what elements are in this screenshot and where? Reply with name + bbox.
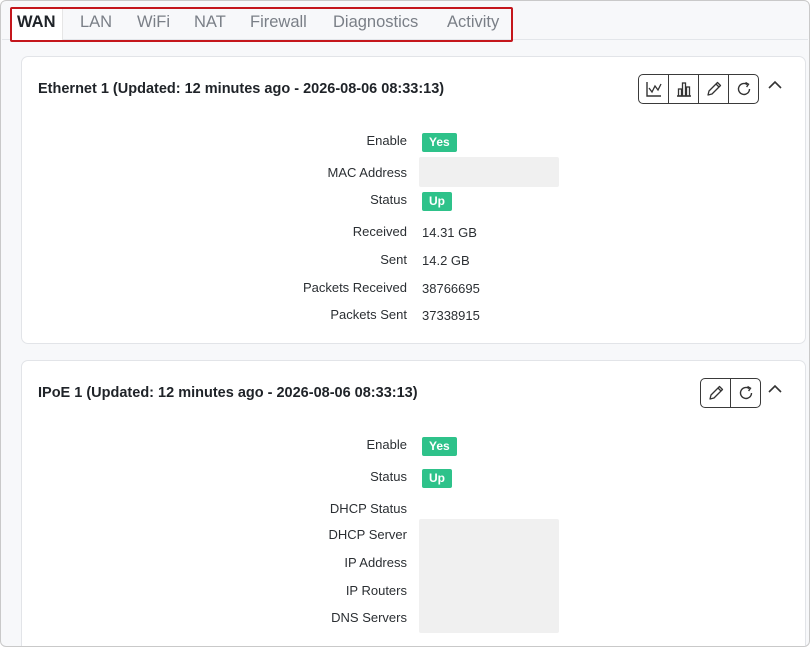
row-label: IP Address: [344, 555, 407, 570]
row-label: Packets Received: [302, 280, 407, 295]
row-dns-servers: DNS Servers: [22, 610, 807, 634]
collapse-button[interactable]: [765, 75, 785, 95]
card-toolbar: [700, 378, 761, 408]
row-label: Received: [352, 224, 407, 239]
status-badge: Up: [422, 192, 452, 211]
row-label: DHCP Status: [329, 501, 407, 516]
card-toolbar: [638, 74, 759, 104]
bar-chart-button[interactable]: [668, 74, 699, 104]
refresh-button[interactable]: [728, 74, 759, 104]
ethernet-card: Ethernet 1 (Updated: 12 minutes ago - 20…: [21, 56, 806, 344]
row-status: Status Up: [22, 192, 807, 216]
row-dhcp-status: DHCP Status: [22, 501, 807, 525]
tab-bar: WAN LAN WiFi NAT Firewall Diagnostics Ac…: [2, 2, 808, 42]
card-title: Ethernet 1 (Updated: 12 minutes ago - 20…: [38, 81, 445, 97]
row-label: Status: [370, 469, 407, 484]
row-value: 14.2 GB: [422, 253, 470, 268]
collapse-button[interactable]: [765, 379, 785, 399]
row-value: 14.31 GB: [422, 225, 477, 240]
row-label: DNS Servers: [331, 610, 407, 625]
line-chart-icon: [645, 82, 662, 97]
row-packets-sent: Packets Sent 37338915: [22, 307, 807, 331]
row-label: Enable: [366, 437, 407, 452]
chevron-up-icon: [768, 384, 782, 393]
row-ip-address: IP Address: [22, 555, 807, 579]
refresh-icon: [739, 385, 752, 400]
row-sent: Sent 14.2 GB: [22, 252, 807, 276]
bar-chart-icon: [676, 82, 691, 97]
status-badge: Up: [422, 469, 452, 488]
status-badge: Yes: [422, 437, 457, 456]
refresh-icon: [737, 81, 750, 96]
refresh-button[interactable]: [730, 378, 761, 408]
pencil-icon: [708, 385, 723, 400]
redacted-value: [419, 157, 559, 187]
tabs-highlight-box: [10, 7, 513, 42]
chevron-up-icon: [768, 80, 782, 89]
row-enable: Enable Yes: [22, 133, 807, 157]
app-frame: WAN LAN WiFi NAT Firewall Diagnostics Ac…: [0, 0, 810, 647]
card-title: IPoE 1 (Updated: 12 minutes ago - 2026-0…: [38, 385, 418, 401]
row-status: Status Up: [22, 469, 807, 493]
ipoe-card: IPoE 1 (Updated: 12 minutes ago - 2026-0…: [21, 360, 807, 646]
line-chart-button[interactable]: [638, 74, 669, 104]
row-ip-routers: IP Routers: [22, 583, 807, 607]
row-label: Sent: [380, 252, 407, 267]
row-dhcp-server: DHCP Server: [22, 527, 807, 551]
edit-button[interactable]: [700, 378, 731, 408]
row-packets-received: Packets Received 38766695: [22, 280, 807, 304]
row-label: Packets Sent: [330, 307, 407, 322]
row-value: 38766695: [422, 281, 480, 296]
row-label: Enable: [366, 133, 407, 148]
row-received: Received 14.31 GB: [22, 224, 807, 248]
row-value: 37338915: [422, 308, 480, 323]
row-mac-address: MAC Address: [22, 157, 807, 189]
status-badge: Yes: [422, 133, 457, 152]
row-enable: Enable Yes: [22, 437, 807, 461]
row-label: IP Routers: [345, 583, 407, 598]
edit-button[interactable]: [698, 74, 729, 104]
row-label: DHCP Server: [328, 527, 407, 542]
pencil-icon: [706, 81, 721, 96]
row-label: MAC Address: [327, 165, 407, 180]
row-label: Status: [370, 192, 407, 207]
